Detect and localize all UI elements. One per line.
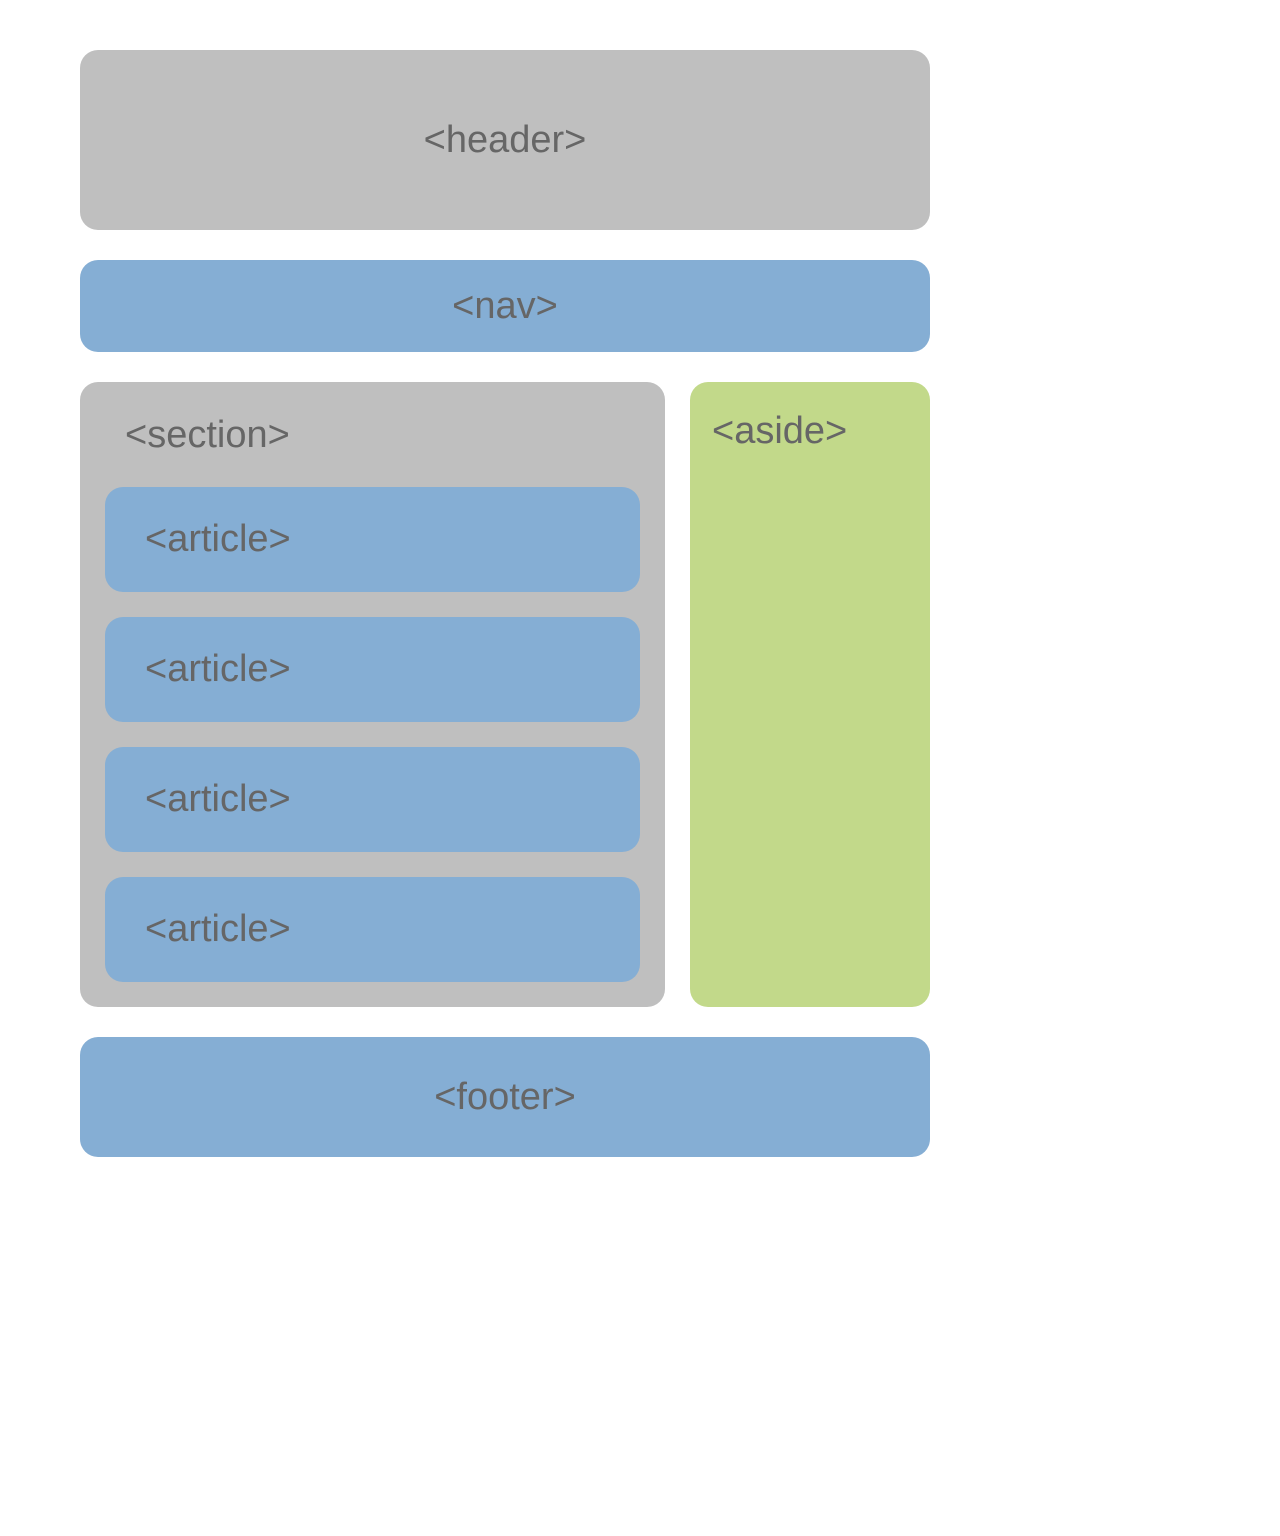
middle-row: <section> <article> <article> <article> …	[80, 382, 930, 1007]
article-region: <article>	[105, 877, 640, 982]
article-label: <article>	[145, 518, 291, 561]
layout-diagram: <header> <nav> <section> <article> <arti…	[80, 50, 930, 1157]
article-region: <article>	[105, 747, 640, 852]
article-label: <article>	[145, 908, 291, 951]
nav-region: <nav>	[80, 260, 930, 352]
header-label: <header>	[424, 119, 587, 162]
article-region: <article>	[105, 617, 640, 722]
aside-label: <aside>	[712, 410, 847, 452]
article-region: <article>	[105, 487, 640, 592]
section-label: <section>	[105, 404, 640, 462]
footer-region: <footer>	[80, 1037, 930, 1157]
article-label: <article>	[145, 648, 291, 691]
footer-label: <footer>	[434, 1076, 576, 1119]
header-region: <header>	[80, 50, 930, 230]
aside-region: <aside>	[690, 382, 930, 1007]
article-label: <article>	[145, 778, 291, 821]
section-region: <section> <article> <article> <article> …	[80, 382, 665, 1007]
nav-label: <nav>	[452, 285, 558, 328]
